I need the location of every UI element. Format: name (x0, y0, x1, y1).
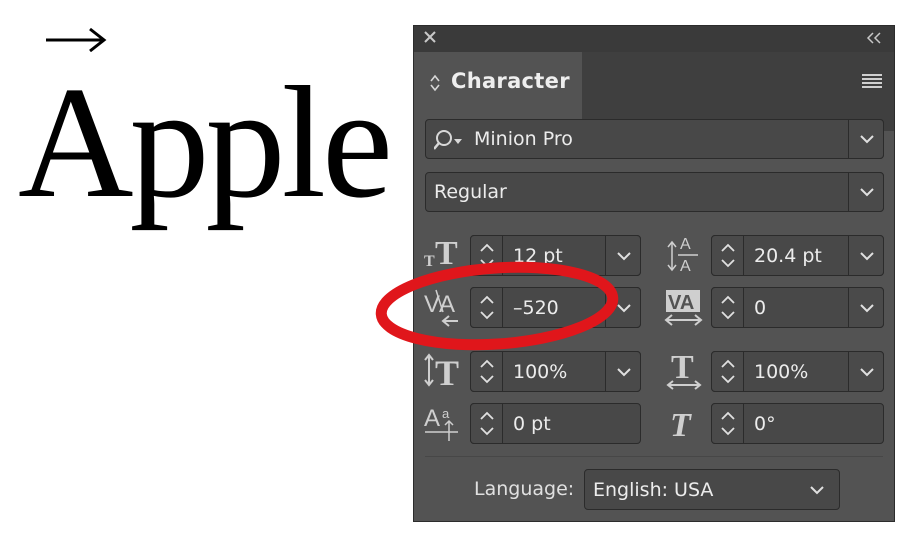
language-label: Language: (474, 478, 575, 500)
leading-value: 20.4 pt (754, 244, 822, 267)
chevron-up-icon[interactable] (480, 359, 494, 368)
double-chevron-left-icon[interactable] (866, 31, 882, 45)
tracking-field[interactable]: 0 (711, 287, 884, 328)
chevron-down-icon[interactable] (721, 427, 735, 436)
chevron-up-icon[interactable] (721, 411, 735, 420)
panel-title: Character (451, 69, 570, 93)
language-select[interactable]: English: USA (584, 469, 840, 510)
chevron-down-icon[interactable] (721, 259, 735, 268)
skew-field[interactable]: 0° (711, 403, 884, 444)
chevron-up-icon[interactable] (721, 359, 735, 368)
sample-text: Apple (18, 53, 393, 231)
search-icon (434, 130, 462, 150)
svg-text:T: T (670, 407, 692, 440)
vertical-scale-dropdown[interactable] (605, 351, 641, 392)
vertical-scale-value: 100% (513, 360, 568, 383)
chevron-down-icon (860, 188, 874, 197)
font-family-field[interactable]: Minion Pro (425, 119, 884, 159)
horizontal-scale-icon: T (666, 350, 702, 390)
chevron-up-icon[interactable] (721, 243, 735, 252)
tracking-stepper[interactable] (711, 287, 744, 328)
baseline-shift-value: 0 pt (513, 412, 551, 435)
updown-icon (430, 74, 440, 92)
svg-text:A: A (680, 236, 691, 253)
tracking-dropdown[interactable] (848, 287, 884, 328)
chevron-down-icon (860, 135, 874, 144)
hamburger-menu-icon[interactable] (862, 73, 882, 89)
vertical-scale-field[interactable]: 100% (470, 351, 641, 392)
svg-text:A: A (680, 258, 691, 274)
chevron-down-icon (810, 486, 824, 495)
horizontal-scale-dropdown[interactable] (848, 351, 884, 392)
horizontal-scale-value: 100% (754, 360, 809, 383)
highlight-ellipse (375, 261, 619, 351)
horizontal-scale-field[interactable]: 100% (711, 351, 884, 392)
chevron-down-icon (860, 303, 874, 312)
svg-text:T: T (435, 353, 459, 388)
chevron-up-icon[interactable] (480, 243, 494, 252)
skew-stepper[interactable] (711, 403, 744, 444)
chevron-down-icon[interactable] (480, 375, 494, 384)
svg-text:T: T (671, 350, 694, 386)
font-style-dropdown[interactable] (848, 172, 884, 212)
language-value: English: USA (593, 478, 714, 501)
baseline-shift-icon: A a (424, 405, 458, 441)
chevron-down-icon (860, 367, 874, 376)
chevron-down-icon[interactable] (480, 427, 494, 436)
chevron-down-icon (617, 367, 631, 376)
leading-dropdown[interactable] (848, 235, 884, 276)
skew-icon: T (670, 407, 692, 440)
baseline-shift-field[interactable]: 0 pt (470, 403, 641, 444)
font-style-field[interactable]: Regular (425, 172, 884, 212)
tracking-value: 0 (754, 296, 767, 319)
arrow-icon (46, 27, 107, 52)
font-style-value: Regular (434, 181, 507, 203)
chevron-up-icon[interactable] (721, 295, 735, 304)
svg-text:a: a (442, 406, 450, 421)
vertical-scale-stepper[interactable] (470, 351, 503, 392)
chevron-up-icon[interactable] (480, 411, 494, 420)
vertical-scale-icon: T (424, 353, 459, 388)
skew-value: 0° (754, 412, 776, 435)
chevron-down-icon[interactable] (721, 375, 735, 384)
font-family-dropdown[interactable] (848, 119, 884, 159)
close-icon[interactable] (422, 29, 438, 45)
baseline-shift-stepper[interactable] (470, 403, 503, 444)
leading-stepper[interactable] (711, 235, 744, 276)
tracking-icon: VA (664, 290, 703, 326)
panel-titlebar[interactable] (414, 26, 894, 52)
svg-text:VA: VA (668, 292, 694, 314)
chevron-down-icon (860, 251, 874, 260)
leading-field[interactable]: 20.4 pt (711, 235, 884, 276)
horizontal-scale-stepper[interactable] (711, 351, 744, 392)
divider (425, 456, 883, 457)
chevron-down-icon[interactable] (721, 311, 735, 320)
svg-text:A: A (424, 405, 440, 432)
leading-icon: A A (667, 236, 698, 274)
font-family-value: Minion Pro (474, 128, 573, 150)
